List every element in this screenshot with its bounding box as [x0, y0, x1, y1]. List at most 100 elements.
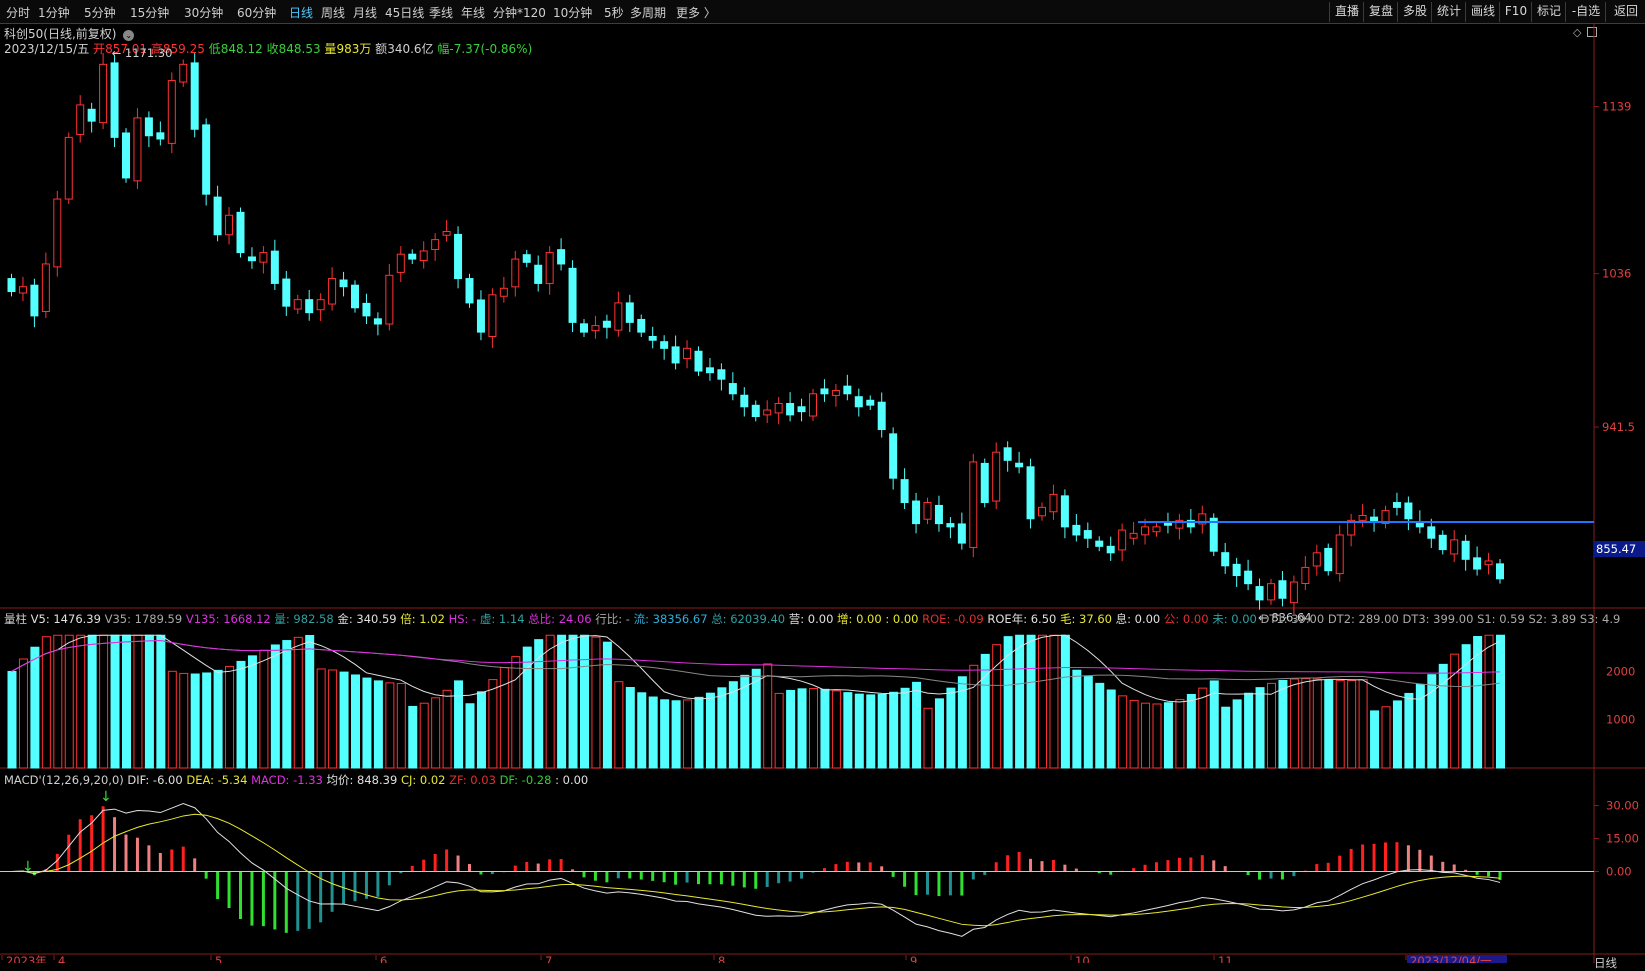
time-axis-label: 6: [380, 954, 387, 963]
candle-body: [1245, 571, 1252, 583]
candle-body: [1268, 584, 1275, 600]
toolbar-button-0[interactable]: 直播: [1329, 2, 1364, 22]
tab-period-12[interactable]: 分钟*120: [493, 4, 546, 21]
candle-body: [65, 137, 72, 199]
macd-bar: [228, 872, 231, 908]
macd-indicator-row: MACD'(12,26,9,20,0) DIF: -6.00 DEA: -5.3…: [4, 772, 588, 788]
stock-chart[interactable]: ← 1171.30← 836.6411391036941.52000100030…: [0, 24, 1645, 963]
volume-bar: [1256, 688, 1264, 768]
candle-body: [947, 524, 954, 527]
macd-bar: [983, 872, 986, 875]
volume-indicator-item-7: HS: -: [449, 612, 480, 626]
volume-indicator-item-14: 增: 0.00: [837, 612, 885, 626]
candle-body: [569, 268, 576, 322]
toolbar-button-7[interactable]: -自选: [1565, 2, 1606, 22]
candle-body: [558, 250, 565, 264]
candle-body: [386, 275, 393, 324]
candle-body: [306, 300, 313, 313]
tab-period-0[interactable]: 分时: [6, 4, 30, 21]
volume-bar: [237, 661, 245, 768]
toolbar-button-3[interactable]: 统计: [1431, 2, 1466, 22]
candle-body: [638, 319, 645, 332]
volume-bar: [626, 688, 634, 768]
candle-body: [111, 63, 118, 137]
macd-axis-label: 15.00: [1606, 832, 1639, 846]
tab-period-14[interactable]: 5秒: [604, 4, 624, 21]
time-axis-label: 5: [215, 954, 222, 963]
candle-body: [248, 257, 255, 261]
candle-body: [134, 118, 141, 181]
volume-bar: [970, 665, 978, 768]
candle-body: [1256, 587, 1263, 600]
volume-bar: [1142, 703, 1150, 768]
tab-period-2[interactable]: 5分钟: [84, 4, 116, 21]
current-price-tag: 855.47: [1594, 541, 1645, 557]
candle-body: [260, 253, 267, 263]
volume-indicator-item-17: ROE年: 6.50: [987, 612, 1060, 626]
volume-indicator-row: 量柱 V5: 1476.39 V35: 1789.59 V135: 1668.1…: [4, 611, 1620, 627]
volume-bar: [271, 645, 279, 768]
volume-ma-line: [12, 640, 1501, 673]
volume-bar: [31, 647, 39, 768]
macd-bar: [560, 859, 563, 871]
macd-bar: [468, 864, 471, 871]
candle-body: [432, 240, 439, 250]
tab-period-4[interactable]: 30分钟: [184, 4, 223, 21]
volume-indicator-item-8: 虚: 1.14: [480, 612, 528, 626]
tab-period-8[interactable]: 月线: [353, 4, 377, 21]
candle-body: [706, 368, 713, 373]
tab-period-10[interactable]: 季线: [429, 4, 453, 21]
toolbar-button-6[interactable]: 标记: [1531, 2, 1566, 22]
tab-period-13[interactable]: 10分钟: [553, 4, 592, 21]
macd-bar: [777, 872, 780, 884]
macd-bar: [354, 872, 357, 902]
tab-period-6[interactable]: 日线: [289, 4, 313, 21]
toolbar-button-4[interactable]: 画线: [1465, 2, 1500, 22]
volume-bar: [409, 706, 417, 768]
macd-bar: [628, 872, 631, 879]
tab-period-1[interactable]: 1分钟: [38, 4, 70, 21]
macd-indicator-item-8: : 0.00: [555, 773, 588, 787]
toolbar-button-1[interactable]: 复盘: [1363, 2, 1398, 22]
tab-period-7[interactable]: 周线: [321, 4, 345, 21]
tab-period-9[interactable]: 45日线: [385, 4, 424, 21]
tab-period-15[interactable]: 多周期: [630, 4, 666, 21]
volume-bar: [1245, 693, 1253, 768]
tab-period-16[interactable]: 更多 〉: [676, 4, 716, 21]
macd-bar: [1327, 863, 1330, 872]
tab-period-5[interactable]: 60分钟: [237, 4, 276, 21]
candle-body: [1004, 448, 1011, 460]
volume-bar: [123, 635, 131, 768]
candle-body: [1233, 564, 1240, 575]
toolbar-button-8[interactable]: 返回: [1605, 2, 1645, 22]
macd-bar: [1453, 864, 1456, 871]
macd-bar: [445, 849, 448, 871]
toolbar-button-2[interactable]: 多股: [1397, 2, 1432, 22]
toolbar-button-5[interactable]: F10: [1499, 2, 1532, 22]
macd-bar: [892, 872, 895, 877]
volume-bar: [1199, 688, 1207, 768]
candle-body: [157, 133, 164, 139]
macd-bar: [216, 872, 219, 900]
candle-body: [913, 501, 920, 524]
volume-bar: [1187, 694, 1195, 768]
candle-body: [500, 288, 507, 296]
time-axis-label: 10: [1075, 954, 1090, 963]
volume-bar: [1313, 679, 1321, 768]
macd-bar: [949, 872, 952, 896]
volume-bar: [1439, 664, 1447, 768]
tab-period-3[interactable]: 15分钟: [130, 4, 169, 21]
tab-period-11[interactable]: 年线: [461, 4, 485, 21]
volume-bar: [294, 637, 302, 768]
volume-indicator-item-23: DT2: 289.00: [1328, 612, 1403, 626]
macd-bar: [102, 806, 105, 871]
volume-bar: [1382, 707, 1390, 768]
volume-indicator-item-25: S1: 0.59: [1477, 612, 1528, 626]
volume-bar: [180, 673, 188, 768]
volume-bar: [810, 689, 818, 768]
candle-body: [741, 395, 748, 407]
macd-bar: [170, 849, 173, 871]
volume-bar: [729, 682, 737, 768]
macd-bar: [834, 864, 837, 871]
volume-bar: [1359, 680, 1367, 768]
